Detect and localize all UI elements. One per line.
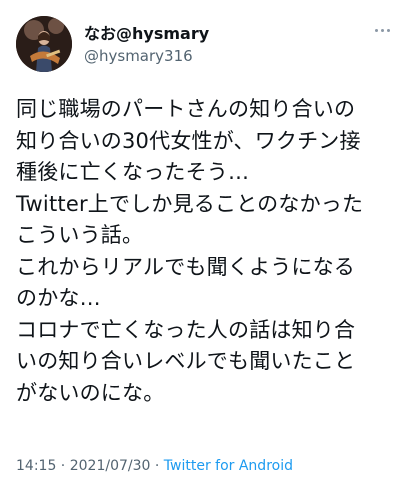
tweet-time[interactable]: 14:15 — [16, 458, 56, 474]
tweet-date[interactable]: 2021/07/30 — [70, 458, 151, 474]
meta-separator: · — [56, 458, 70, 474]
tweet-text-line: 知り合いの30代女性が、ワクチン接 — [16, 128, 361, 153]
profile-photo-icon[interactable] — [16, 16, 72, 72]
tweet-text-line: がないのにな。 — [16, 380, 165, 405]
user-names: なお@hysmary @hysmary316 — [84, 24, 209, 66]
dot — [386, 28, 390, 32]
tweet-text-line: これからリアルでも聞くようになる — [16, 254, 355, 279]
tweet-source-link[interactable]: Twitter for Android — [164, 458, 293, 474]
tweet-text-line: 同じ職場のパートさんの知り合いの — [16, 97, 356, 121]
display-name[interactable]: なお@hysmary — [84, 24, 209, 44]
tweet-text-line: Twitter上でしか見ることのなかった — [16, 191, 364, 216]
tweet-text-line: いの知り合いレベルでも聞いたこと — [16, 349, 356, 373]
tweet-text-line: コロナで亡くなった人の話は知り合 — [16, 317, 356, 342]
tweet-header: なお@hysmary @hysmary316 — [16, 16, 398, 72]
user-handle[interactable]: @hysmary316 — [84, 46, 209, 66]
meta-separator: · — [150, 458, 164, 474]
tweet-text-line: こういう話。 — [16, 223, 144, 247]
avatar-image — [16, 16, 72, 72]
dot — [374, 28, 378, 32]
tweet-meta: 14:15 · 2021/07/30 · Twitter for Android — [16, 457, 293, 475]
dot — [380, 28, 384, 32]
more-dots-icon[interactable] — [370, 20, 394, 40]
tweet-card: なお@hysmary @hysmary316 同じ職場のパートさんの知り合いの … — [0, 0, 414, 490]
tweet-text-line: 種後に亡くなったそう… — [16, 160, 250, 184]
tweet-text: 同じ職場のパートさんの知り合いの 知り合いの30代女性が、ワクチン接 種後に亡く… — [16, 94, 401, 409]
tweet-text-line: のかな… — [16, 286, 101, 310]
